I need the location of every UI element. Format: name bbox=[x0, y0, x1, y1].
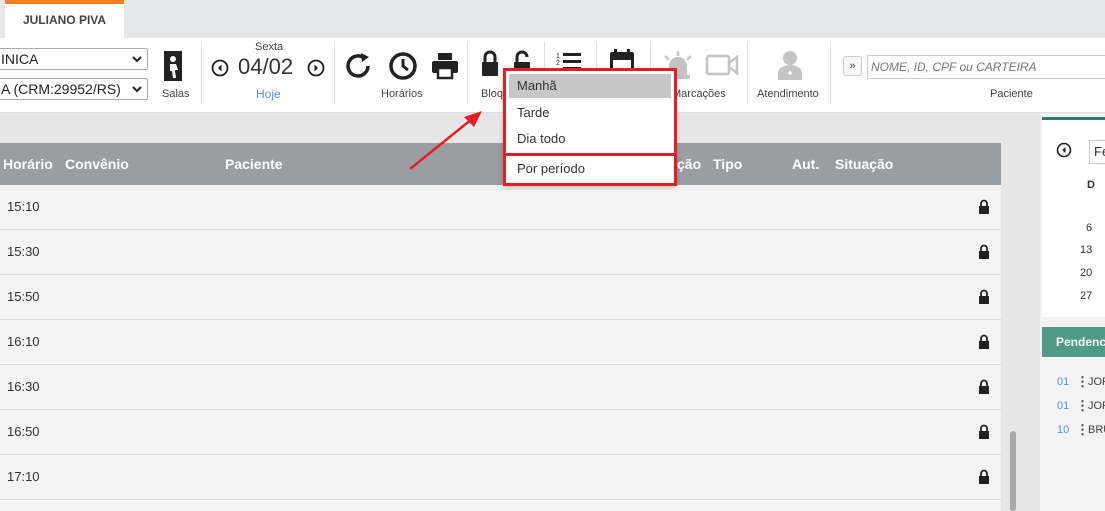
svg-text:2: 2 bbox=[556, 60, 560, 67]
right-panel: Fe D 6 13 20 27 Pendencias 01 ⋮ JOR 01 ⋮… bbox=[1040, 113, 1105, 511]
col-tipo: Tipo bbox=[713, 156, 743, 172]
annotation-arrow-icon bbox=[409, 111, 482, 170]
marcacoes-label: Marcações bbox=[672, 88, 726, 100]
day-header: D bbox=[1087, 179, 1095, 191]
row-time: 16:10 bbox=[7, 334, 40, 349]
chevron-down-icon bbox=[132, 56, 142, 63]
table-row[interactable]: 16:10 bbox=[0, 320, 1001, 365]
menu-item-tarde[interactable]: Tarde bbox=[509, 101, 671, 125]
pend-num: 01 bbox=[1057, 400, 1070, 412]
calendar-day[interactable]: 20 bbox=[1080, 267, 1092, 279]
list-item[interactable]: 10 ⋮ BRU bbox=[1042, 421, 1105, 441]
divider bbox=[747, 42, 748, 104]
video-camera-icon[interactable] bbox=[705, 52, 739, 78]
lock-icon[interactable] bbox=[978, 199, 990, 214]
col-paciente: Paciente bbox=[225, 156, 283, 172]
pend-name: JOR bbox=[1088, 400, 1105, 412]
today-link[interactable]: Hoje bbox=[256, 87, 281, 101]
table-row[interactable]: 16:50 bbox=[0, 410, 1001, 455]
horarios-label: Horários bbox=[381, 88, 423, 100]
svg-text:1: 1 bbox=[556, 53, 560, 60]
pend-name: BRU bbox=[1088, 424, 1105, 436]
col-horario: Horário bbox=[3, 156, 53, 172]
chevron-down-icon bbox=[132, 86, 142, 93]
prev-month-icon[interactable] bbox=[1056, 142, 1072, 158]
atendimento-label: Atendimento bbox=[757, 88, 819, 100]
lock-icon[interactable] bbox=[978, 379, 990, 394]
pend-num: 10 bbox=[1057, 424, 1070, 436]
calendar-day[interactable]: 13 bbox=[1080, 244, 1092, 256]
table-header: Horário Convênio Paciente ção Tipo Aut. … bbox=[0, 143, 1001, 185]
lock-icon[interactable] bbox=[978, 244, 990, 259]
row-time: 17:10 bbox=[7, 469, 40, 484]
tab-juliano-piva[interactable]: JULIANO PIVA bbox=[5, 0, 124, 38]
schedule-table: Horário Convênio Paciente ção Tipo Aut. … bbox=[0, 143, 1001, 511]
col-situacao: Situação bbox=[835, 156, 894, 172]
lock-icon[interactable] bbox=[978, 469, 990, 484]
lock-icon[interactable] bbox=[978, 424, 990, 439]
prev-day-icon[interactable] bbox=[211, 59, 229, 77]
patient-search-input[interactable] bbox=[867, 55, 1105, 79]
mini-calendar: Fe D 6 13 20 27 bbox=[1042, 117, 1105, 317]
expand-button[interactable]: » bbox=[843, 56, 862, 76]
col-confirmacao: ção bbox=[677, 156, 702, 172]
current-date: 04/02 bbox=[238, 54, 294, 79]
calendar-day[interactable]: 27 bbox=[1080, 290, 1092, 302]
row-time: 16:30 bbox=[7, 379, 40, 394]
table-row[interactable]: 17:10 bbox=[0, 455, 1001, 500]
divider bbox=[334, 42, 335, 104]
table-row[interactable]: 15:50 bbox=[0, 275, 1001, 320]
col-aut: Aut. bbox=[792, 156, 820, 172]
row-time: 16:50 bbox=[7, 424, 40, 439]
row-time: 15:10 bbox=[7, 199, 40, 214]
paciente-label: Paciente bbox=[990, 88, 1033, 100]
pend-name: JOR bbox=[1088, 376, 1105, 388]
divider bbox=[201, 42, 202, 104]
doctor-icon[interactable] bbox=[776, 49, 804, 81]
menu-item-manha[interactable]: Manhã bbox=[509, 74, 671, 98]
clinic-select[interactable]: INICA bbox=[0, 48, 148, 70]
salas-label: Salas bbox=[162, 88, 190, 100]
table-row[interactable]: 15:10 bbox=[0, 185, 1001, 230]
menu-item-dia-todo[interactable]: Dia todo bbox=[509, 127, 671, 151]
highlight-box: Por período bbox=[503, 153, 677, 186]
calendar-day[interactable]: 6 bbox=[1086, 222, 1092, 234]
next-day-icon[interactable] bbox=[307, 59, 325, 77]
doctor-select[interactable]: A (CRM:29952/RS) bbox=[0, 78, 148, 100]
table-row[interactable]: 16:30 bbox=[0, 365, 1001, 410]
col-convenio: Convênio bbox=[65, 156, 129, 172]
divider bbox=[467, 42, 468, 104]
bloq-label: Bloq bbox=[481, 88, 504, 100]
door-person-icon[interactable] bbox=[162, 50, 188, 82]
lock-icon[interactable] bbox=[978, 334, 990, 349]
day-of-week: Sexta bbox=[255, 41, 284, 53]
list-item[interactable]: 01 ⋮ JOR bbox=[1042, 397, 1105, 417]
menu-item-por-periodo[interactable]: Por período bbox=[509, 157, 671, 181]
block-dropdown-menu: Manhã Tarde Dia todo Por período bbox=[503, 68, 677, 186]
row-time: 15:30 bbox=[7, 244, 40, 259]
month-select[interactable]: Fe bbox=[1089, 140, 1105, 164]
pendencias-header: Pendencias bbox=[1042, 327, 1105, 357]
table-row[interactable]: 15:30 bbox=[0, 230, 1001, 275]
print-icon[interactable] bbox=[430, 51, 460, 81]
lock-icon[interactable] bbox=[978, 289, 990, 304]
divider bbox=[830, 42, 831, 104]
refresh-icon[interactable] bbox=[344, 51, 374, 81]
clinic-select-value: INICA bbox=[1, 51, 39, 67]
list-item[interactable]: 01 ⋮ JOR bbox=[1042, 373, 1105, 393]
row-time: 15:50 bbox=[7, 289, 40, 304]
clock-icon[interactable] bbox=[388, 51, 418, 81]
lock-icon[interactable] bbox=[480, 50, 500, 78]
tab-bar: JULIANO PIVA bbox=[0, 0, 1105, 38]
pend-num: 01 bbox=[1057, 376, 1070, 388]
doctor-select-value: A (CRM:29952/RS) bbox=[1, 81, 121, 97]
scrollbar[interactable] bbox=[1010, 431, 1016, 511]
